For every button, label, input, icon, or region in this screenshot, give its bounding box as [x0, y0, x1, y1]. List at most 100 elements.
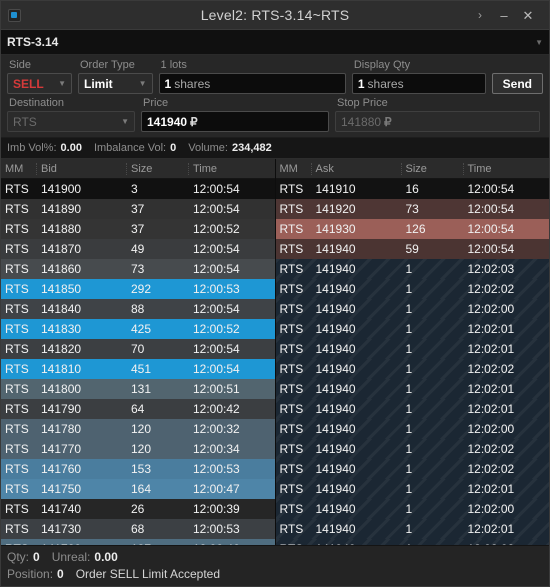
- quantity-input[interactable]: 1 shares: [158, 73, 346, 94]
- table-row[interactable]: RTS 141790 64 12:00:42: [1, 399, 275, 419]
- table-row[interactable]: RTS 141940 1 12:02:01: [275, 479, 549, 499]
- table-row[interactable]: RTS 141770 120 12:00:34: [1, 439, 275, 459]
- destination-select[interactable]: RTS ▼: [7, 111, 135, 132]
- ask-cell-time: 12:00:54: [467, 222, 515, 236]
- table-row[interactable]: RTS 141940 1 12:02:00: [275, 499, 549, 519]
- bid-cell-price: 141900: [41, 182, 82, 196]
- table-row[interactable]: RTS 141840 88 12:00:54: [1, 299, 275, 319]
- ask-cell-size: 1: [405, 322, 413, 336]
- ask-cell-price: 141940: [315, 422, 356, 436]
- bid-header-time[interactable]: Time: [189, 163, 275, 175]
- bid-cell-mm: RTS: [5, 462, 29, 476]
- table-row[interactable]: RTS 141920 73 12:00:54: [275, 199, 549, 219]
- ask-header-price[interactable]: Ask: [312, 162, 402, 175]
- table-row[interactable]: RTS 141830 425 12:00:52: [1, 319, 275, 339]
- table-row[interactable]: RTS 141940 1 12:02:00: [275, 419, 549, 439]
- ask-cell-size: 59: [405, 242, 419, 256]
- order-type-select[interactable]: Limit ▼: [77, 73, 153, 94]
- table-row[interactable]: RTS 141750 164 12:00:47: [1, 479, 275, 499]
- side-select[interactable]: SELL ▼: [7, 73, 72, 94]
- table-row[interactable]: RTS 141760 153 12:00:53: [1, 459, 275, 479]
- ask-cell-price: 141920: [315, 202, 356, 216]
- close-icon[interactable]: ✕: [517, 4, 539, 26]
- table-row[interactable]: RTS 141940 1 12:02:03: [275, 259, 549, 279]
- ask-cell-mm: RTS: [279, 182, 304, 196]
- table-row[interactable]: RTS141940112:02:02: [275, 359, 549, 379]
- table-row[interactable]: RTS 141820 70 12:00:54: [1, 339, 275, 359]
- bid-cell-size: 451: [131, 362, 152, 376]
- ask-header-size[interactable]: Size: [402, 162, 464, 175]
- imbalance-vol-value: 0: [170, 142, 177, 154]
- ask-cell-time: 12:02:03: [467, 262, 515, 276]
- ask-cell-mm: RTS: [279, 242, 304, 256]
- order-entry-row-2: Destination RTS ▼ Price 141940 ₽ Stop Pr…: [7, 97, 543, 132]
- table-row[interactable]: RTS 141940 1 12:02:01: [275, 339, 549, 359]
- ask-cell-mm: RTS: [279, 482, 304, 496]
- chevron-right-icon[interactable]: ›: [469, 4, 491, 26]
- quantity-unit: shares: [174, 76, 211, 91]
- ask-cell-time: 12:02:02: [467, 462, 515, 476]
- send-button[interactable]: Send: [491, 73, 543, 94]
- table-row[interactable]: RTS 141940 1 12:02:01: [275, 399, 549, 419]
- table-row[interactable]: RTS141940112:02:02: [275, 459, 549, 479]
- bid-header-size[interactable]: Size: [127, 162, 189, 175]
- ask-cell-time: 12:00:54: [467, 242, 515, 256]
- imbalance-vol-label: Imbalance Vol:: [93, 142, 167, 154]
- order-book: MM Bid Size Time RTS 141900 3 12:00:54 RTS 14…: [1, 159, 549, 545]
- chevron-down-icon[interactable]: ▼: [535, 38, 543, 47]
- table-row[interactable]: RTS 141910 16 12:00:54: [275, 179, 549, 199]
- bid-header-mm[interactable]: MM: [1, 162, 37, 175]
- bid-cell-time: 12:00:32: [193, 422, 240, 436]
- table-row[interactable]: RTS14172013712:00:46: [1, 539, 275, 545]
- table-row[interactable]: RTS141940112:02:02: [275, 539, 549, 545]
- table-row[interactable]: RTS 141850 292 12:00:53: [1, 279, 275, 299]
- table-row[interactable]: RTS 141940 1 12:02:01: [275, 319, 549, 339]
- table-row[interactable]: RTS141940112:02:02: [275, 439, 549, 459]
- stop-price-field: Stop Price 141880 ₽: [335, 97, 540, 132]
- stats-bar: Imb Vol%: 0.00 Imbalance Vol: 0 Volume: …: [1, 138, 549, 159]
- ask-cell-price: 141940: [312, 542, 402, 545]
- side-field: Side SELL ▼: [7, 59, 72, 94]
- position-value: 0: [57, 566, 64, 581]
- minimize-icon[interactable]: –: [493, 4, 515, 26]
- bid-header-price[interactable]: Bid: [37, 162, 127, 175]
- table-row[interactable]: RTS 141730 68 12:00:53: [1, 519, 275, 539]
- stop-price-input[interactable]: 141880 ₽: [335, 111, 540, 132]
- bid-cell-mm: RTS: [5, 502, 29, 516]
- table-row[interactable]: RTS 141870 49 12:00:54: [1, 239, 275, 259]
- order-type-label: Order Type: [79, 59, 135, 71]
- ask-cell-size: 16: [405, 182, 419, 196]
- order-entry-row-1: Side SELL ▼ Order Type Limit ▼ 1 lots 1 …: [7, 59, 543, 94]
- bid-cell-time: 12:00:46: [189, 542, 275, 545]
- ask-header-time[interactable]: Time: [464, 163, 550, 175]
- table-row[interactable]: RTS 141880 37 12:00:52: [1, 219, 275, 239]
- table-row[interactable]: RTS 141860 73 12:00:54: [1, 259, 275, 279]
- ask-cell-size: 1: [405, 482, 413, 496]
- table-row[interactable]: RTS 141900 3 12:00:54: [1, 179, 275, 199]
- ask-cell-time: 12:02:01: [467, 322, 515, 336]
- table-row[interactable]: RTS141940112:02:02: [275, 279, 549, 299]
- table-row[interactable]: RTS 141740 26 12:00:39: [1, 499, 275, 519]
- ask-cell-price: 141940: [315, 502, 356, 516]
- bid-cell-mm: RTS: [5, 242, 29, 256]
- table-row[interactable]: RTS 141800 131 12:00:51: [1, 379, 275, 399]
- table-row[interactable]: RTS 141940 59 12:00:54: [275, 239, 549, 259]
- bid-cell-price: 141860: [41, 262, 82, 276]
- bid-cell-size: 164: [131, 482, 152, 496]
- table-row[interactable]: RTS 141890 37 12:00:54: [1, 199, 275, 219]
- status-footer: Qty: 0 Unreal: 0.00 Position: 0 Order SE…: [1, 545, 549, 586]
- ask-cell-size: 1: [405, 342, 413, 356]
- table-row[interactable]: RTS 141810 451 12:00:54: [1, 359, 275, 379]
- price-input[interactable]: 141940 ₽: [141, 111, 329, 132]
- footer-line-qty: Qty: 0 Unreal: 0.00: [7, 548, 543, 565]
- table-row[interactable]: RTS 141940 1 12:02:01: [275, 379, 549, 399]
- table-row[interactable]: RTS 141930 126 12:00:54: [275, 219, 549, 239]
- ask-header-mm[interactable]: MM: [276, 162, 312, 175]
- table-row[interactable]: RTS 141940 1 12:02:01: [275, 519, 549, 539]
- display-qty-input[interactable]: 1 shares: [351, 73, 486, 94]
- symbol-bar[interactable]: RTS-3.14 ▼: [1, 30, 549, 55]
- bid-cell-time: 12:00:54: [193, 242, 240, 256]
- table-row[interactable]: RTS 141780 120 12:00:32: [1, 419, 275, 439]
- table-row[interactable]: RTS 141940 1 12:02:00: [275, 299, 549, 319]
- ask-cell-size: 1: [405, 522, 413, 536]
